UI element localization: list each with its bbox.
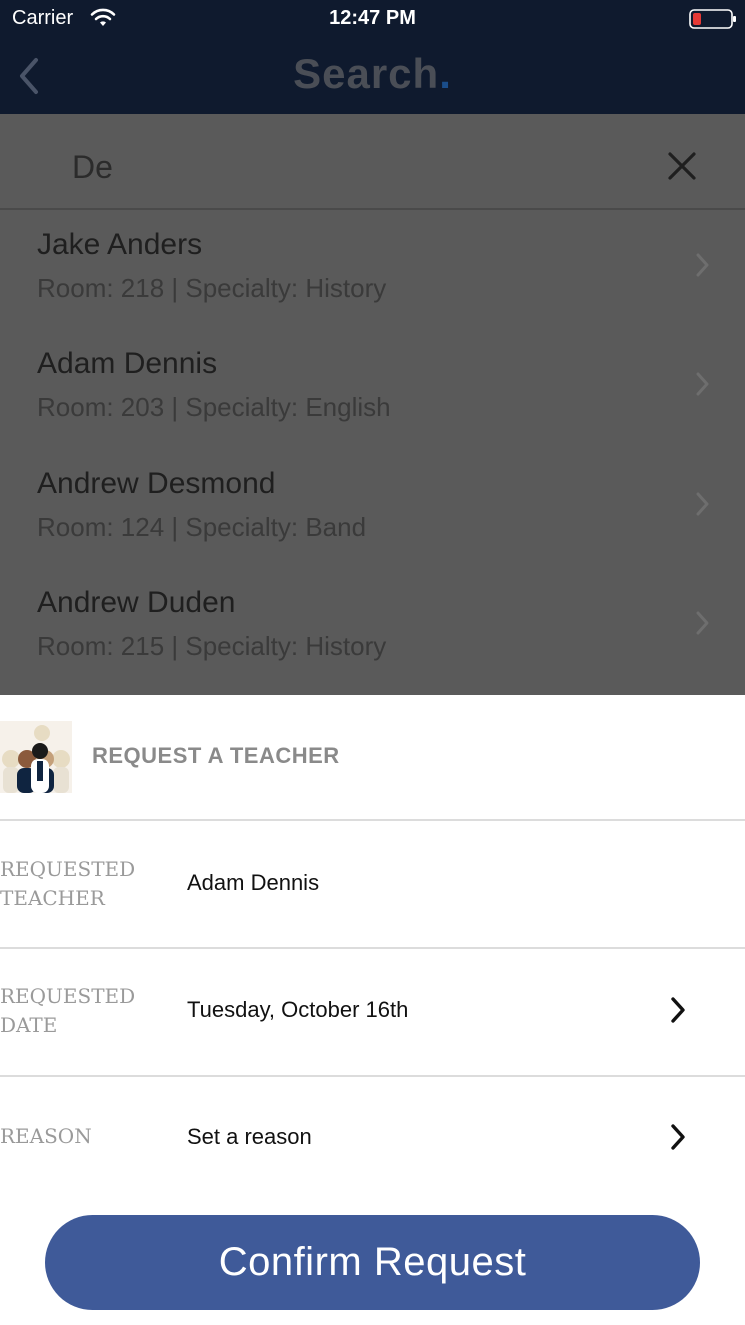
result-item-andrew-duden[interactable]: Andrew Duden Room: 215 | Specialty: Hist… bbox=[0, 568, 745, 687]
requested-teacher-value: Adam Dennis bbox=[187, 870, 320, 895]
status-bar: Carrier 12:47 PM bbox=[0, 0, 745, 38]
reason-label: REASON bbox=[0, 1122, 150, 1151]
requested-teacher-label-line2: TEACHER bbox=[0, 886, 105, 910]
chevron-right-icon bbox=[696, 372, 709, 396]
requested-date-label-line1: REQUESTED bbox=[0, 984, 136, 1008]
requested-teacher-label-line1: REQUESTED bbox=[0, 857, 136, 881]
result-name: Andrew Desmond bbox=[37, 467, 276, 500]
chevron-right-icon bbox=[696, 253, 709, 277]
result-detail: Room: 203 | Specialty: English bbox=[37, 392, 391, 422]
page-title-text: Search bbox=[293, 50, 440, 97]
requested-teacher-row: REQUESTED TEACHER Adam Dennis bbox=[0, 821, 745, 949]
chevron-right-icon bbox=[696, 492, 709, 516]
result-detail: Room: 124 | Specialty: Band bbox=[37, 512, 367, 542]
requested-date-row[interactable]: REQUESTED DATE Tuesday, October 16th bbox=[0, 949, 745, 1077]
result-detail: Room: 218 | Specialty: History bbox=[37, 273, 387, 303]
result-item-jake-anders[interactable]: Jake Anders Room: 218 | Specialty: Histo… bbox=[0, 210, 745, 329]
request-sheet-title: REQUEST A TEACHER bbox=[92, 743, 340, 768]
requested-date-label-line2: DATE bbox=[0, 1013, 58, 1037]
reason-row[interactable]: REASON Set a reason bbox=[0, 1076, 745, 1204]
search-results-list: Jake Anders Room: 218 | Specialty: Histo… bbox=[0, 210, 745, 695]
result-name: Adam Dennis bbox=[37, 347, 218, 380]
page-title: Search. bbox=[0, 50, 745, 98]
reason-value: Set a reason bbox=[187, 1124, 312, 1149]
reason-label-line1: REASON bbox=[0, 1124, 92, 1148]
chevron-right-icon[interactable] bbox=[666, 995, 690, 1025]
requested-date-value: Tuesday, October 16th bbox=[187, 997, 409, 1022]
result-name: Andrew Duden bbox=[37, 586, 236, 619]
requested-teacher-label: REQUESTED TEACHER bbox=[0, 855, 150, 913]
page-title-dot: . bbox=[439, 50, 452, 97]
status-time: 12:47 PM bbox=[329, 7, 416, 29]
chevron-right-icon bbox=[696, 611, 709, 635]
search-input[interactable] bbox=[72, 144, 632, 190]
nav-bar: Search. bbox=[0, 38, 745, 114]
request-sheet-header: REQUEST A TEACHER bbox=[0, 695, 745, 821]
requested-date-label: REQUESTED DATE bbox=[0, 982, 150, 1040]
teacher-group-icon bbox=[0, 721, 72, 793]
close-icon[interactable] bbox=[664, 148, 700, 184]
confirm-request-button[interactable]: Confirm Request bbox=[45, 1215, 700, 1310]
search-bar bbox=[0, 114, 745, 210]
result-item-andrew-desmond[interactable]: Andrew Desmond Room: 124 | Specialty: Ba… bbox=[0, 449, 745, 568]
result-detail: Room: 215 | Specialty: History bbox=[37, 631, 387, 661]
chevron-right-icon[interactable] bbox=[666, 1122, 690, 1152]
battery-icon bbox=[689, 9, 736, 29]
result-item-adam-dennis[interactable]: Adam Dennis Room: 203 | Specialty: Engli… bbox=[0, 329, 745, 448]
result-name: Jake Anders bbox=[37, 228, 203, 261]
